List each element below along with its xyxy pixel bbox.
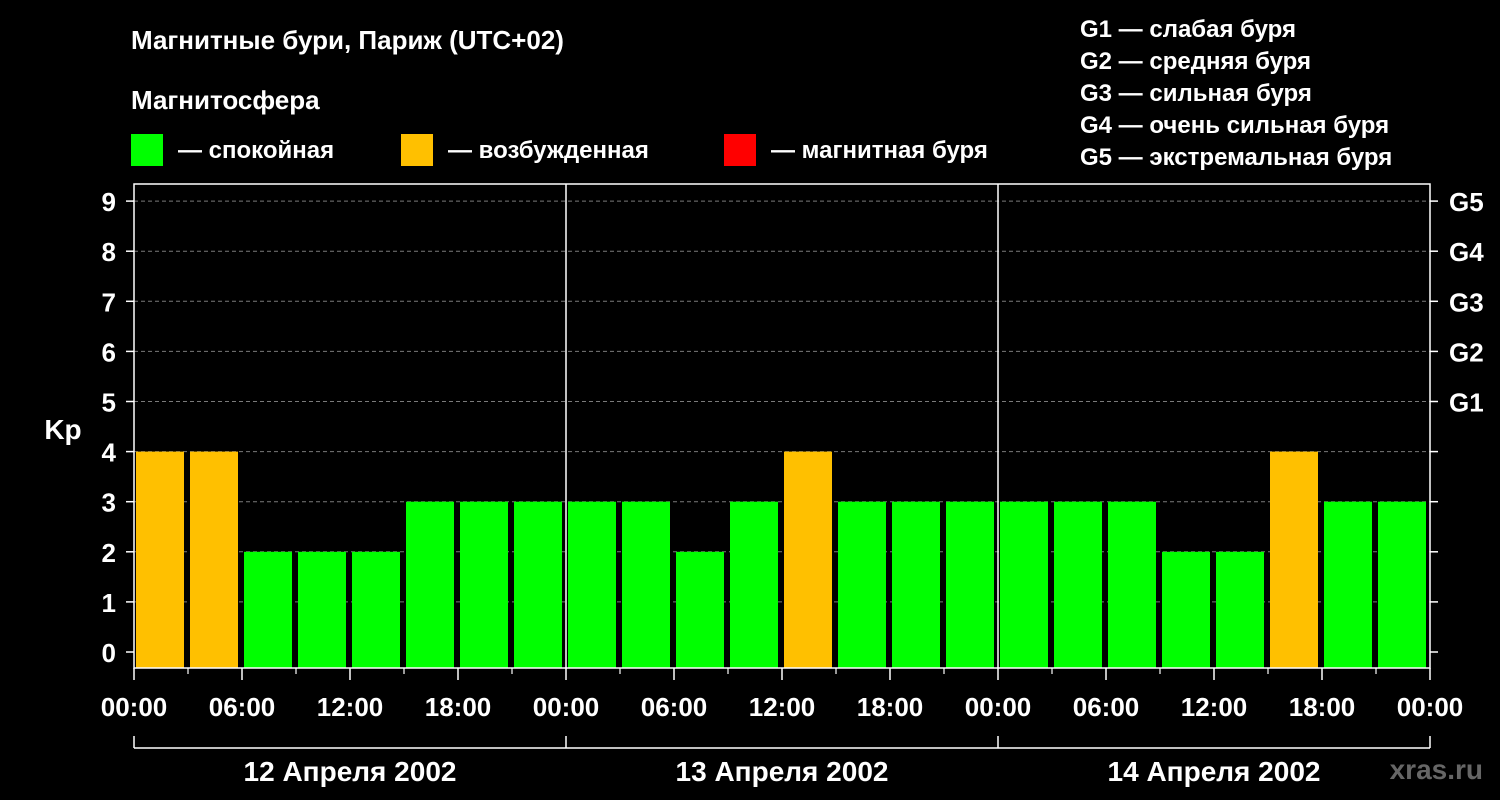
chart-title: Магнитные бури, Париж (UTC+02) — [131, 25, 564, 55]
g-scale-g3: G3 — сильная буря — [1080, 80, 1312, 107]
kp-bar — [622, 501, 670, 668]
kp-bar — [1000, 501, 1048, 668]
g-scale-g4: G4 — очень сильная буря — [1080, 112, 1389, 139]
time-tick-label: 06:00 — [641, 692, 708, 722]
g-scale-g5: G5 — экстремальная буря — [1080, 144, 1392, 171]
y-tick-label: 4 — [102, 438, 117, 468]
day-label: 13 Апреля 2002 — [676, 756, 889, 787]
time-tick-label: 12:00 — [317, 692, 384, 722]
g-level-label: G4 — [1449, 237, 1484, 267]
time-tick-label: 12:00 — [1181, 692, 1248, 722]
g-scale-g2: G2 — средняя буря — [1080, 48, 1311, 75]
y-tick-label: 7 — [102, 287, 116, 317]
y-axis-label: Kp — [44, 414, 81, 445]
legend-swatch-excited — [401, 134, 433, 166]
time-tick-label: 00:00 — [1397, 692, 1464, 722]
kp-bar — [352, 551, 400, 668]
g-level-label: G5 — [1449, 187, 1484, 217]
kp-bar — [1270, 451, 1318, 668]
kp-bar — [892, 501, 940, 668]
kp-bar — [946, 501, 994, 668]
kp-bar — [1216, 551, 1264, 668]
y-tick-label: 0 — [102, 638, 116, 668]
kp-bar — [1162, 551, 1210, 668]
time-tick-label: 18:00 — [1289, 692, 1356, 722]
g-level-label: G2 — [1449, 337, 1484, 367]
kp-bar — [784, 451, 832, 668]
kp-bar — [730, 501, 778, 668]
g-scale-g1: G1 — слабая буря — [1080, 16, 1296, 43]
kp-bar — [1108, 501, 1156, 668]
y-tick-label: 8 — [102, 237, 116, 267]
kp-bar — [568, 501, 616, 668]
g-level-label: G1 — [1449, 388, 1484, 418]
g-level-label: G3 — [1449, 287, 1484, 317]
kp-bar — [136, 451, 184, 668]
kp-bar — [1378, 501, 1426, 668]
day-label: 14 Апреля 2002 — [1108, 756, 1321, 787]
kp-bar — [298, 551, 346, 668]
time-tick-label: 18:00 — [857, 692, 924, 722]
kp-bar — [406, 501, 454, 668]
kp-bar — [460, 501, 508, 668]
kp-bar — [1054, 501, 1102, 668]
y-tick-label: 2 — [102, 538, 116, 568]
legend-swatch-calm — [131, 134, 163, 166]
kp-bar — [676, 551, 724, 668]
time-tick-label: 00:00 — [533, 692, 600, 722]
y-tick-label: 9 — [102, 187, 116, 217]
legend-label-storm: — магнитная буря — [771, 137, 988, 164]
grid-lines — [134, 200, 1430, 603]
kp-bar — [514, 501, 562, 668]
legend-label-calm: — спокойная — [178, 137, 334, 164]
kp-bar — [838, 501, 886, 668]
time-tick-label: 00:00 — [965, 692, 1032, 722]
y-tick-label: 1 — [102, 588, 116, 618]
kp-bar — [244, 551, 292, 668]
time-tick-label: 18:00 — [425, 692, 492, 722]
time-tick-label: 12:00 — [749, 692, 816, 722]
time-tick-label: 06:00 — [1073, 692, 1140, 722]
time-tick-label: 00:00 — [101, 692, 168, 722]
legend-heading: Магнитосфера — [131, 85, 320, 115]
kp-bars — [136, 451, 1426, 668]
legend-label-excited: — возбужденная — [448, 137, 649, 164]
time-tick-label: 06:00 — [209, 692, 276, 722]
kp-bar — [1324, 501, 1372, 668]
legend-swatch-storm — [724, 134, 756, 166]
watermark: xras.ru — [1390, 754, 1483, 785]
y-tick-label: 3 — [102, 488, 116, 518]
day-label: 12 Апреля 2002 — [244, 756, 457, 787]
y-tick-label: 5 — [102, 388, 116, 418]
kp-chart: Магнитные бури, Париж (UTC+02) Магнитосф… — [44, 16, 1484, 787]
kp-bar — [190, 451, 238, 668]
y-tick-label: 6 — [102, 337, 116, 367]
